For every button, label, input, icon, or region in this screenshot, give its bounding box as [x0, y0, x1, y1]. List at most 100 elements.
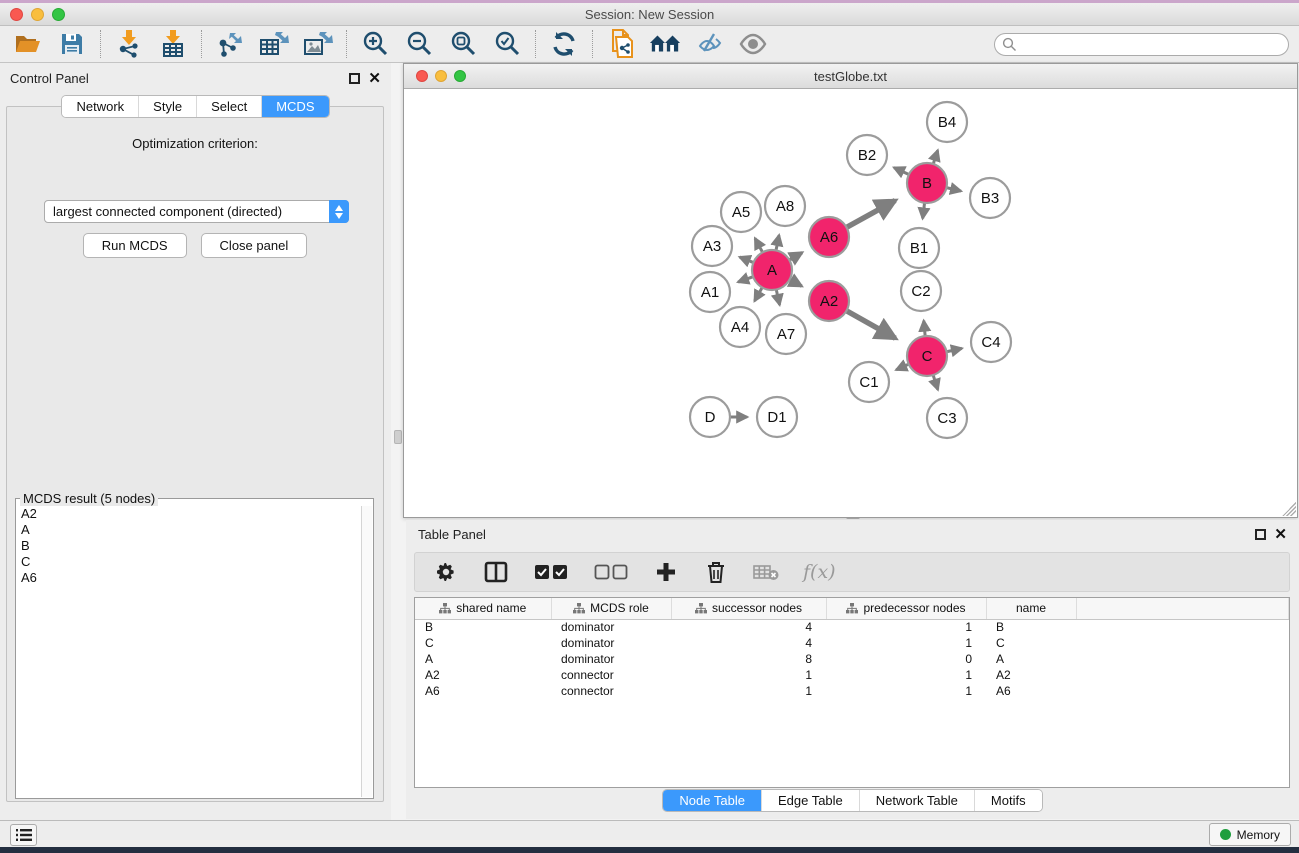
node-B3[interactable]: B3: [970, 178, 1010, 218]
criterion-dropdown[interactable]: largest connected component (directed): [44, 200, 349, 223]
import-network-icon[interactable]: [113, 29, 145, 59]
mcds-result-item[interactable]: C: [17, 554, 361, 570]
table-cell[interactable]: A6: [415, 683, 551, 699]
mcds-result-item[interactable]: B: [17, 538, 361, 554]
table-cell[interactable]: 1: [671, 667, 826, 683]
table-cell[interactable]: dominator: [551, 651, 671, 667]
tab-network-table[interactable]: Network Table: [859, 790, 974, 811]
node-A6[interactable]: A6: [809, 217, 849, 257]
table-row[interactable]: Cdominator41C: [415, 635, 1289, 651]
edge-A-A4[interactable]: [755, 287, 763, 301]
close-panel-icon[interactable]: ✕: [368, 73, 381, 84]
zoom-fit-icon[interactable]: [447, 29, 479, 59]
edge-A-A3[interactable]: [740, 257, 754, 263]
zoom-selected-icon[interactable]: [491, 29, 523, 59]
table-cell[interactable]: C: [986, 635, 1076, 651]
node-B4[interactable]: B4: [927, 102, 967, 142]
node-A1[interactable]: A1: [690, 272, 730, 312]
table-cell[interactable]: 8: [671, 651, 826, 667]
mcds-result-item[interactable]: A2: [17, 506, 361, 522]
table-cell[interactable]: 1: [826, 683, 986, 699]
tab-motifs[interactable]: Motifs: [974, 790, 1042, 811]
export-table-icon[interactable]: [258, 29, 290, 59]
node-B[interactable]: B: [907, 163, 947, 203]
column-header-name[interactable]: name: [986, 598, 1076, 619]
node-A[interactable]: A: [752, 250, 792, 290]
table-cell[interactable]: A2: [415, 667, 551, 683]
node-C1[interactable]: C1: [849, 362, 889, 402]
table-cell[interactable]: 1: [826, 667, 986, 683]
select-all-icon[interactable]: [533, 559, 569, 585]
tab-style[interactable]: Style: [138, 96, 196, 117]
edge-C-C4[interactable]: [947, 348, 962, 351]
edge-B-B2[interactable]: [894, 168, 909, 175]
edge-C-C1[interactable]: [896, 364, 909, 370]
table-row[interactable]: A6connector11A6: [415, 683, 1289, 699]
edge-A-A8[interactable]: [776, 235, 779, 250]
table-cell[interactable]: A2: [986, 667, 1076, 683]
node-A3[interactable]: A3: [692, 226, 732, 266]
delete-table-icon[interactable]: [753, 559, 779, 585]
edge-A6-B[interactable]: [847, 201, 896, 228]
network-canvas[interactable]: AA1A2A3A4A5A6A7A8BB1B2B3B4CC1C2C3C4DD1: [404, 89, 1297, 517]
edge-A-A1[interactable]: [738, 277, 753, 282]
zoom-in-icon[interactable]: [359, 29, 391, 59]
table-cell[interactable]: 0: [826, 651, 986, 667]
node-B1[interactable]: B1: [899, 228, 939, 268]
mcds-result-scrollbar[interactable]: [361, 506, 372, 797]
table-cell[interactable]: 4: [671, 635, 826, 651]
node-A8[interactable]: A8: [765, 186, 805, 226]
column-header-MCDS-role[interactable]: MCDS role: [551, 598, 671, 619]
table-row[interactable]: Adominator80A: [415, 651, 1289, 667]
table-cell[interactable]: 1: [826, 619, 986, 635]
edge-A-A5[interactable]: [755, 238, 763, 252]
hide-labels-icon[interactable]: [693, 29, 725, 59]
node-D[interactable]: D: [690, 397, 730, 437]
save-session-icon[interactable]: [56, 29, 88, 59]
table-cell[interactable]: 4: [671, 619, 826, 635]
open-file-icon[interactable]: [12, 29, 44, 59]
float-table-panel-icon[interactable]: [1255, 529, 1266, 540]
edge-B-B3[interactable]: [946, 188, 961, 191]
tab-mcds[interactable]: MCDS: [261, 96, 328, 117]
edge-C-C2[interactable]: [924, 321, 925, 336]
export-image-icon[interactable]: [302, 29, 334, 59]
table-cell[interactable]: connector: [551, 667, 671, 683]
mcds-result-item[interactable]: A6: [17, 570, 361, 586]
export-network-icon[interactable]: [214, 29, 246, 59]
table-cell[interactable]: dominator: [551, 635, 671, 651]
memory-button[interactable]: Memory: [1209, 823, 1291, 846]
table-row[interactable]: A2connector11A2: [415, 667, 1289, 683]
node-A2[interactable]: A2: [809, 281, 849, 321]
table-cell[interactable]: A6: [986, 683, 1076, 699]
import-table-icon[interactable]: [157, 29, 189, 59]
mcds-result-item[interactable]: A: [17, 522, 361, 538]
function-builder-icon[interactable]: f(x): [803, 561, 836, 583]
edge-A-A2[interactable]: [790, 280, 802, 287]
tab-select[interactable]: Select: [196, 96, 261, 117]
zoom-out-icon[interactable]: [403, 29, 435, 59]
node-B2[interactable]: B2: [847, 135, 887, 175]
node-D1[interactable]: D1: [757, 397, 797, 437]
edge-A-A6[interactable]: [789, 253, 802, 260]
close-table-panel-icon[interactable]: ✕: [1274, 529, 1287, 540]
edge-B-B1[interactable]: [923, 203, 925, 219]
window-resize-grip[interactable]: [1282, 502, 1296, 516]
table-cell[interactable]: 1: [826, 635, 986, 651]
show-columns-icon[interactable]: [483, 559, 509, 585]
float-panel-icon[interactable]: [349, 73, 360, 84]
column-header-shared-name[interactable]: shared name: [415, 598, 551, 619]
node-C3[interactable]: C3: [927, 398, 967, 438]
apply-layout-icon[interactable]: [548, 29, 580, 59]
edge-C-C3[interactable]: [933, 375, 938, 390]
table-cell[interactable]: A: [986, 651, 1076, 667]
table-cell[interactable]: B: [415, 619, 551, 635]
node-A4[interactable]: A4: [720, 307, 760, 347]
table-options-icon[interactable]: [433, 559, 459, 585]
node-C4[interactable]: C4: [971, 322, 1011, 362]
tab-edge-table[interactable]: Edge Table: [761, 790, 859, 811]
tab-network[interactable]: Network: [62, 96, 138, 117]
home-pages-icon[interactable]: [649, 29, 681, 59]
tab-node-table[interactable]: Node Table: [663, 790, 761, 811]
edge-A2-C[interactable]: [846, 311, 895, 338]
